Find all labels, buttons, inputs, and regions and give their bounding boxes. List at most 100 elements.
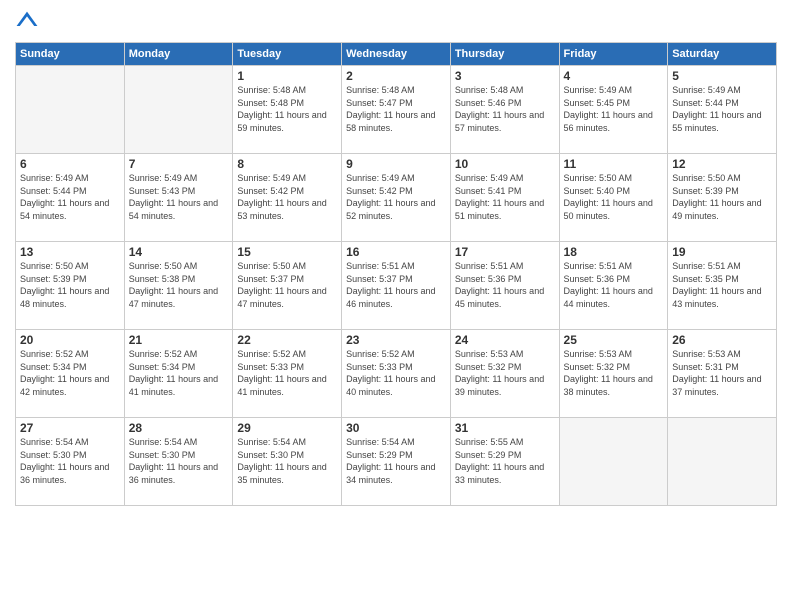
column-header-tuesday: Tuesday: [233, 43, 342, 66]
day-number: 31: [455, 421, 555, 435]
sunrise: Sunrise: 5:51 AM: [672, 261, 741, 271]
sunset: Sunset: 5:40 PM: [564, 186, 631, 196]
header-row: SundayMondayTuesdayWednesdayThursdayFrid…: [16, 43, 777, 66]
sunset: Sunset: 5:42 PM: [346, 186, 413, 196]
sunrise: Sunrise: 5:53 AM: [455, 349, 524, 359]
day-cell: 15 Sunrise: 5:50 AM Sunset: 5:37 PM Dayl…: [233, 242, 342, 330]
sunrise: Sunrise: 5:50 AM: [237, 261, 306, 271]
day-cell: 25 Sunrise: 5:53 AM Sunset: 5:32 PM Dayl…: [559, 330, 668, 418]
daylight: Daylight: 11 hours and 46 minutes.: [346, 286, 435, 309]
day-cell: [668, 418, 777, 506]
daylight: Daylight: 11 hours and 43 minutes.: [672, 286, 761, 309]
daylight: Daylight: 11 hours and 50 minutes.: [564, 198, 653, 221]
day-info: Sunrise: 5:49 AM Sunset: 5:44 PM Dayligh…: [20, 172, 120, 222]
daylight: Daylight: 11 hours and 49 minutes.: [672, 198, 761, 221]
daylight: Daylight: 11 hours and 36 minutes.: [20, 462, 109, 485]
day-info: Sunrise: 5:49 AM Sunset: 5:41 PM Dayligh…: [455, 172, 555, 222]
day-number: 3: [455, 69, 555, 83]
day-number: 10: [455, 157, 555, 171]
day-info: Sunrise: 5:54 AM Sunset: 5:30 PM Dayligh…: [20, 436, 120, 486]
sunset: Sunset: 5:37 PM: [346, 274, 413, 284]
day-cell: 2 Sunrise: 5:48 AM Sunset: 5:47 PM Dayli…: [342, 66, 451, 154]
sunset: Sunset: 5:29 PM: [455, 450, 522, 460]
daylight: Daylight: 11 hours and 39 minutes.: [455, 374, 544, 397]
day-info: Sunrise: 5:50 AM Sunset: 5:37 PM Dayligh…: [237, 260, 337, 310]
day-info: Sunrise: 5:51 AM Sunset: 5:36 PM Dayligh…: [455, 260, 555, 310]
day-number: 12: [672, 157, 772, 171]
sunrise: Sunrise: 5:52 AM: [20, 349, 89, 359]
day-info: Sunrise: 5:52 AM Sunset: 5:33 PM Dayligh…: [237, 348, 337, 398]
day-cell: 27 Sunrise: 5:54 AM Sunset: 5:30 PM Dayl…: [16, 418, 125, 506]
sunrise: Sunrise: 5:55 AM: [455, 437, 524, 447]
logo: [15, 10, 43, 34]
day-number: 19: [672, 245, 772, 259]
day-cell: [16, 66, 125, 154]
day-info: Sunrise: 5:55 AM Sunset: 5:29 PM Dayligh…: [455, 436, 555, 486]
sunrise: Sunrise: 5:50 AM: [672, 173, 741, 183]
sunrise: Sunrise: 5:54 AM: [20, 437, 89, 447]
day-info: Sunrise: 5:51 AM Sunset: 5:37 PM Dayligh…: [346, 260, 446, 310]
daylight: Daylight: 11 hours and 59 minutes.: [237, 110, 326, 133]
day-cell: 28 Sunrise: 5:54 AM Sunset: 5:30 PM Dayl…: [124, 418, 233, 506]
daylight: Daylight: 11 hours and 51 minutes.: [455, 198, 544, 221]
sunrise: Sunrise: 5:51 AM: [455, 261, 524, 271]
day-number: 11: [564, 157, 664, 171]
sunrise: Sunrise: 5:50 AM: [129, 261, 198, 271]
sunset: Sunset: 5:43 PM: [129, 186, 196, 196]
day-number: 22: [237, 333, 337, 347]
daylight: Daylight: 11 hours and 56 minutes.: [564, 110, 653, 133]
sunrise: Sunrise: 5:52 AM: [237, 349, 306, 359]
daylight: Daylight: 11 hours and 54 minutes.: [20, 198, 109, 221]
day-info: Sunrise: 5:49 AM Sunset: 5:42 PM Dayligh…: [346, 172, 446, 222]
daylight: Daylight: 11 hours and 35 minutes.: [237, 462, 326, 485]
day-info: Sunrise: 5:49 AM Sunset: 5:43 PM Dayligh…: [129, 172, 229, 222]
daylight: Daylight: 11 hours and 47 minutes.: [237, 286, 326, 309]
day-number: 24: [455, 333, 555, 347]
sunrise: Sunrise: 5:50 AM: [564, 173, 633, 183]
day-cell: 7 Sunrise: 5:49 AM Sunset: 5:43 PM Dayli…: [124, 154, 233, 242]
sunrise: Sunrise: 5:49 AM: [237, 173, 306, 183]
day-info: Sunrise: 5:50 AM Sunset: 5:40 PM Dayligh…: [564, 172, 664, 222]
day-info: Sunrise: 5:54 AM Sunset: 5:30 PM Dayligh…: [129, 436, 229, 486]
daylight: Daylight: 11 hours and 52 minutes.: [346, 198, 435, 221]
sunset: Sunset: 5:31 PM: [672, 362, 739, 372]
sunset: Sunset: 5:42 PM: [237, 186, 304, 196]
day-info: Sunrise: 5:52 AM Sunset: 5:34 PM Dayligh…: [20, 348, 120, 398]
day-cell: 18 Sunrise: 5:51 AM Sunset: 5:36 PM Dayl…: [559, 242, 668, 330]
day-cell: 9 Sunrise: 5:49 AM Sunset: 5:42 PM Dayli…: [342, 154, 451, 242]
day-cell: 13 Sunrise: 5:50 AM Sunset: 5:39 PM Dayl…: [16, 242, 125, 330]
day-cell: 12 Sunrise: 5:50 AM Sunset: 5:39 PM Dayl…: [668, 154, 777, 242]
day-cell: 16 Sunrise: 5:51 AM Sunset: 5:37 PM Dayl…: [342, 242, 451, 330]
sunrise: Sunrise: 5:49 AM: [20, 173, 89, 183]
sunrise: Sunrise: 5:53 AM: [564, 349, 633, 359]
sunrise: Sunrise: 5:54 AM: [346, 437, 415, 447]
sunset: Sunset: 5:34 PM: [20, 362, 87, 372]
day-info: Sunrise: 5:54 AM Sunset: 5:29 PM Dayligh…: [346, 436, 446, 486]
daylight: Daylight: 11 hours and 40 minutes.: [346, 374, 435, 397]
sunset: Sunset: 5:44 PM: [672, 98, 739, 108]
sunset: Sunset: 5:38 PM: [129, 274, 196, 284]
day-info: Sunrise: 5:53 AM Sunset: 5:31 PM Dayligh…: [672, 348, 772, 398]
day-cell: 11 Sunrise: 5:50 AM Sunset: 5:40 PM Dayl…: [559, 154, 668, 242]
day-cell: 19 Sunrise: 5:51 AM Sunset: 5:35 PM Dayl…: [668, 242, 777, 330]
day-info: Sunrise: 5:52 AM Sunset: 5:33 PM Dayligh…: [346, 348, 446, 398]
day-number: 28: [129, 421, 229, 435]
column-header-saturday: Saturday: [668, 43, 777, 66]
day-info: Sunrise: 5:53 AM Sunset: 5:32 PM Dayligh…: [564, 348, 664, 398]
logo-icon: [15, 10, 39, 34]
day-number: 13: [20, 245, 120, 259]
daylight: Daylight: 11 hours and 45 minutes.: [455, 286, 544, 309]
day-info: Sunrise: 5:50 AM Sunset: 5:39 PM Dayligh…: [20, 260, 120, 310]
day-info: Sunrise: 5:49 AM Sunset: 5:45 PM Dayligh…: [564, 84, 664, 134]
day-number: 1: [237, 69, 337, 83]
sunrise: Sunrise: 5:51 AM: [564, 261, 633, 271]
day-number: 15: [237, 245, 337, 259]
day-number: 29: [237, 421, 337, 435]
daylight: Daylight: 11 hours and 34 minutes.: [346, 462, 435, 485]
day-cell: [559, 418, 668, 506]
week-row-4: 20 Sunrise: 5:52 AM Sunset: 5:34 PM Dayl…: [16, 330, 777, 418]
sunrise: Sunrise: 5:53 AM: [672, 349, 741, 359]
day-info: Sunrise: 5:50 AM Sunset: 5:38 PM Dayligh…: [129, 260, 229, 310]
day-info: Sunrise: 5:54 AM Sunset: 5:30 PM Dayligh…: [237, 436, 337, 486]
day-info: Sunrise: 5:48 AM Sunset: 5:48 PM Dayligh…: [237, 84, 337, 134]
